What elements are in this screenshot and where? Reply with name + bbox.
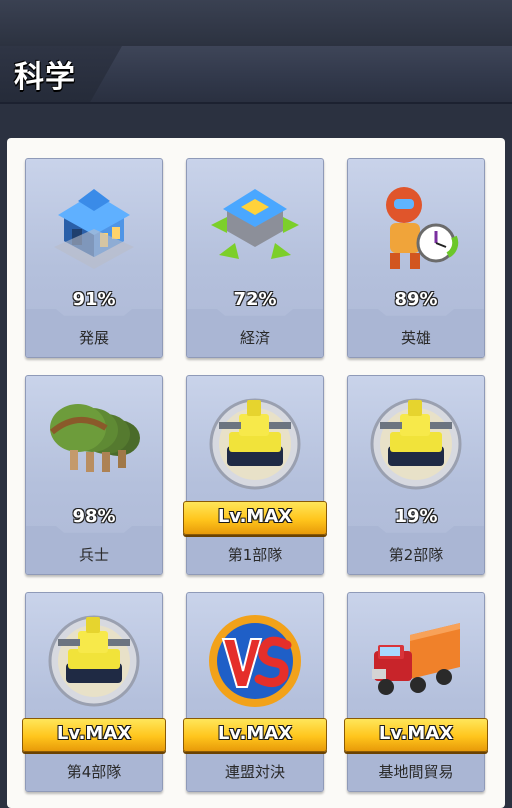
card-label: 第2部隊 (388, 546, 444, 564)
card-label: 連盟対決 (224, 763, 285, 781)
progress-percent: 72% (233, 289, 277, 310)
science-card-squad-2[interactable]: 19% 第2部隊 (347, 375, 485, 575)
tank-icon (209, 398, 301, 490)
helmet-icon (50, 404, 140, 472)
science-card-economy[interactable]: 72% 経済 (186, 158, 324, 358)
page-title: 科学 (14, 60, 76, 95)
tank-icon (370, 398, 462, 490)
level-max-badge: Lv.MAX (183, 718, 327, 752)
science-card-soldier[interactable]: 98% 兵士 (25, 375, 163, 575)
progress-percent: 19% (394, 506, 438, 527)
card-label: 第4部隊 (66, 763, 122, 781)
science-card-base-trade[interactable]: 基地間貿易 (347, 592, 485, 792)
level-max-badge: Lv.MAX (183, 501, 327, 535)
science-card-squad-4[interactable]: 第4部隊 (25, 592, 163, 792)
card-label: 基地間貿易 (378, 763, 454, 781)
vs-icon (209, 615, 301, 707)
top-bar (0, 0, 512, 46)
card-label: 第1部隊 (227, 546, 283, 564)
card-label: 発展 (78, 329, 109, 347)
building-icon (54, 189, 134, 269)
science-card-alliance-battle[interactable]: 連盟対決 (186, 592, 324, 792)
hero-icon (386, 187, 459, 269)
science-card-squad-1[interactable]: 第1部隊 (186, 375, 324, 575)
level-max-badge: Lv.MAX (22, 718, 166, 752)
tank-icon (48, 615, 140, 707)
progress-percent: 98% (72, 506, 116, 527)
progress-percent: 89% (394, 289, 438, 310)
card-label: 英雄 (400, 329, 431, 347)
science-card-hero[interactable]: 89% 英雄 (347, 158, 485, 358)
progress-percent: 91% (72, 289, 116, 310)
level-max-badge: Lv.MAX (344, 718, 488, 752)
card-label: 兵士 (78, 546, 109, 564)
truck-icon (372, 623, 460, 695)
card-label: 経済 (239, 329, 270, 347)
science-card-development[interactable]: 91% 発展 (25, 158, 163, 358)
economy-icon (211, 189, 299, 259)
